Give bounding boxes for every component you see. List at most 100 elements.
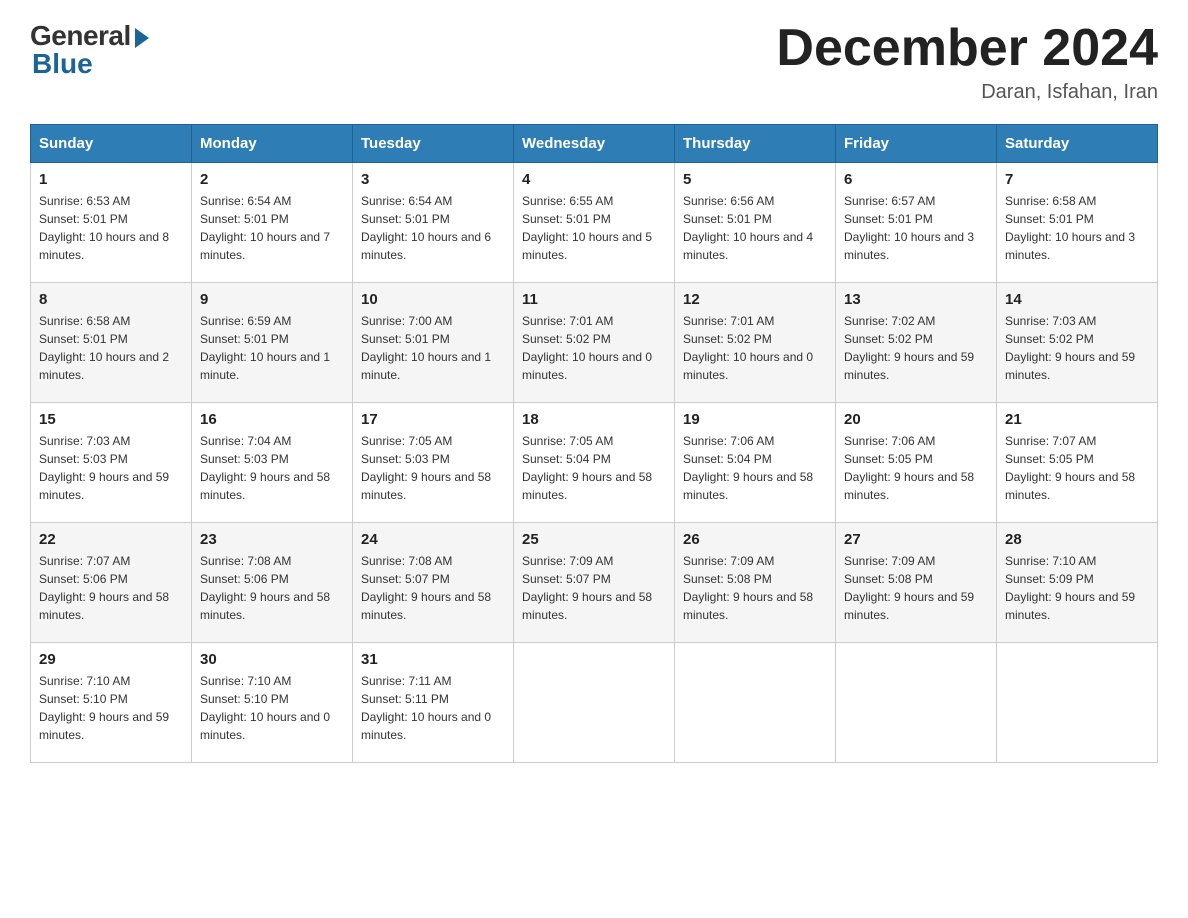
day-info: Sunrise: 6:56 AMSunset: 5:01 PMDaylight:… [683,192,827,264]
header-cell-tuesday: Tuesday [353,125,514,163]
day-number: 10 [361,291,505,308]
day-number: 5 [683,171,827,188]
day-number: 21 [1005,411,1149,428]
day-number: 9 [200,291,344,308]
calendar-cell: 30 Sunrise: 7:10 AMSunset: 5:10 PMDayligh… [192,643,353,763]
day-info: Sunrise: 7:09 AMSunset: 5:08 PMDaylight:… [844,552,988,624]
calendar-cell: 3 Sunrise: 6:54 AMSunset: 5:01 PMDaylight… [353,163,514,283]
day-info: Sunrise: 7:06 AMSunset: 5:04 PMDaylight:… [683,432,827,504]
calendar-cell: 27 Sunrise: 7:09 AMSunset: 5:08 PMDayligh… [836,523,997,643]
calendar-cell: 31Sunrise: 7:11 AMSunset: 5:11 PMDayligh… [353,643,514,763]
day-info: Sunrise: 7:04 AMSunset: 5:03 PMDaylight:… [200,432,344,504]
day-info: Sunrise: 7:08 AMSunset: 5:06 PMDaylight:… [200,552,344,624]
week-row-5: 29 Sunrise: 7:10 AMSunset: 5:10 PMDayligh… [31,643,1158,763]
calendar-cell: 15 Sunrise: 7:03 AMSunset: 5:03 PMDayligh… [31,403,192,523]
day-info: Sunrise: 7:10 AMSunset: 5:09 PMDaylight:… [1005,552,1149,624]
week-row-3: 15 Sunrise: 7:03 AMSunset: 5:03 PMDayligh… [31,403,1158,523]
calendar-cell: 29 Sunrise: 7:10 AMSunset: 5:10 PMDayligh… [31,643,192,763]
day-number: 3 [361,171,505,188]
day-number: 6 [844,171,988,188]
day-info: Sunrise: 7:07 AMSunset: 5:05 PMDaylight:… [1005,432,1149,504]
calendar-cell: 26 Sunrise: 7:09 AMSunset: 5:08 PMDayligh… [675,523,836,643]
calendar-cell: 20 Sunrise: 7:06 AMSunset: 5:05 PMDayligh… [836,403,997,523]
header-cell-thursday: Thursday [675,125,836,163]
day-info: Sunrise: 7:10 AMSunset: 5:10 PMDaylight:… [200,672,344,744]
day-info: Sunrise: 6:57 AMSunset: 5:01 PMDaylight:… [844,192,988,264]
week-row-1: 1 Sunrise: 6:53 AMSunset: 5:01 PMDaylight… [31,163,1158,283]
calendar-cell: 21 Sunrise: 7:07 AMSunset: 5:05 PMDayligh… [997,403,1158,523]
calendar-body: 1 Sunrise: 6:53 AMSunset: 5:01 PMDaylight… [31,163,1158,763]
day-info: Sunrise: 7:01 AMSunset: 5:02 PMDaylight:… [522,312,666,384]
day-number: 24 [361,531,505,548]
header-cell-monday: Monday [192,125,353,163]
day-info: Sunrise: 7:05 AMSunset: 5:03 PMDaylight:… [361,432,505,504]
header-cell-wednesday: Wednesday [514,125,675,163]
day-info: Sunrise: 6:55 AMSunset: 5:01 PMDaylight:… [522,192,666,264]
calendar-cell: 19 Sunrise: 7:06 AMSunset: 5:04 PMDayligh… [675,403,836,523]
day-info: Sunrise: 7:06 AMSunset: 5:05 PMDaylight:… [844,432,988,504]
week-row-4: 22Sunrise: 7:07 AMSunset: 5:06 PMDayligh… [31,523,1158,643]
day-number: 12 [683,291,827,308]
day-number: 18 [522,411,666,428]
page-header: General Blue December 2024 Daran, Isfaha… [30,20,1158,104]
day-number: 28 [1005,531,1149,548]
calendar-cell: 4 Sunrise: 6:55 AMSunset: 5:01 PMDaylight… [514,163,675,283]
day-info: Sunrise: 6:58 AMSunset: 5:01 PMDaylight:… [1005,192,1149,264]
day-number: 15 [39,411,183,428]
logo-arrow-icon [135,28,149,48]
day-number: 27 [844,531,988,548]
header-cell-saturday: Saturday [997,125,1158,163]
calendar-cell: 25 Sunrise: 7:09 AMSunset: 5:07 PMDayligh… [514,523,675,643]
day-info: Sunrise: 6:54 AMSunset: 5:01 PMDaylight:… [200,192,344,264]
day-info: Sunrise: 6:59 AMSunset: 5:01 PMDaylight:… [200,312,344,384]
day-info: Sunrise: 7:09 AMSunset: 5:08 PMDaylight:… [683,552,827,624]
day-number: 20 [844,411,988,428]
calendar-subtitle: Daran, Isfahan, Iran [776,81,1158,104]
calendar-cell: 22Sunrise: 7:07 AMSunset: 5:06 PMDayligh… [31,523,192,643]
calendar-cell: 24 Sunrise: 7:08 AMSunset: 5:07 PMDayligh… [353,523,514,643]
day-info: Sunrise: 6:54 AMSunset: 5:01 PMDaylight:… [361,192,505,264]
calendar-table: SundayMondayTuesdayWednesdayThursdayFrid… [30,124,1158,763]
day-number: 8 [39,291,183,308]
day-number: 26 [683,531,827,548]
day-number: 25 [522,531,666,548]
day-number: 11 [522,291,666,308]
week-row-2: 8 Sunrise: 6:58 AMSunset: 5:01 PMDaylight… [31,283,1158,403]
calendar-cell: 14Sunrise: 7:03 AMSunset: 5:02 PMDayligh… [997,283,1158,403]
calendar-cell [514,643,675,763]
day-info: Sunrise: 6:53 AMSunset: 5:01 PMDaylight:… [39,192,183,264]
calendar-cell: 17 Sunrise: 7:05 AMSunset: 5:03 PMDayligh… [353,403,514,523]
day-number: 4 [522,171,666,188]
day-info: Sunrise: 7:10 AMSunset: 5:10 PMDaylight:… [39,672,183,744]
calendar-cell: 12 Sunrise: 7:01 AMSunset: 5:02 PMDayligh… [675,283,836,403]
day-number: 22 [39,531,183,548]
calendar-cell: 28 Sunrise: 7:10 AMSunset: 5:09 PMDayligh… [997,523,1158,643]
day-info: Sunrise: 7:02 AMSunset: 5:02 PMDaylight:… [844,312,988,384]
calendar-cell: 2Sunrise: 6:54 AMSunset: 5:01 PMDaylight… [192,163,353,283]
day-number: 1 [39,171,183,188]
calendar-title: December 2024 [776,20,1158,77]
calendar-cell: 23Sunrise: 7:08 AMSunset: 5:06 PMDayligh… [192,523,353,643]
calendar-cell: 8 Sunrise: 6:58 AMSunset: 5:01 PMDaylight… [31,283,192,403]
day-number: 13 [844,291,988,308]
calendar-cell: 10Sunrise: 7:00 AMSunset: 5:01 PMDayligh… [353,283,514,403]
calendar-cell [675,643,836,763]
logo-blue-text: Blue [32,48,93,80]
day-number: 29 [39,651,183,668]
header-cell-friday: Friday [836,125,997,163]
day-info: Sunrise: 7:08 AMSunset: 5:07 PMDaylight:… [361,552,505,624]
day-info: Sunrise: 6:58 AMSunset: 5:01 PMDaylight:… [39,312,183,384]
day-info: Sunrise: 7:03 AMSunset: 5:03 PMDaylight:… [39,432,183,504]
day-info: Sunrise: 7:03 AMSunset: 5:02 PMDaylight:… [1005,312,1149,384]
day-number: 16 [200,411,344,428]
day-number: 19 [683,411,827,428]
day-number: 17 [361,411,505,428]
header-cell-sunday: Sunday [31,125,192,163]
day-number: 30 [200,651,344,668]
title-block: December 2024 Daran, Isfahan, Iran [776,20,1158,104]
calendar-cell: 11 Sunrise: 7:01 AMSunset: 5:02 PMDayligh… [514,283,675,403]
day-number: 31 [361,651,505,668]
calendar-cell: 5 Sunrise: 6:56 AMSunset: 5:01 PMDaylight… [675,163,836,283]
day-info: Sunrise: 7:09 AMSunset: 5:07 PMDaylight:… [522,552,666,624]
day-info: Sunrise: 7:01 AMSunset: 5:02 PMDaylight:… [683,312,827,384]
